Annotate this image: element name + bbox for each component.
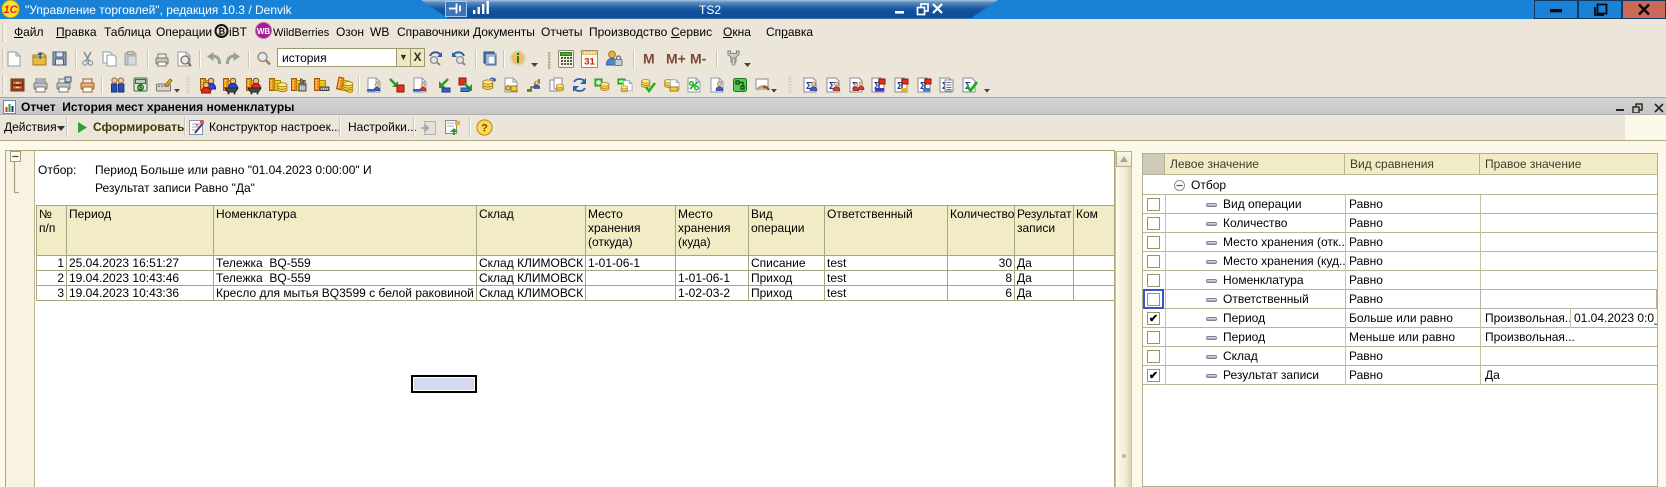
svg-text:М+: М+ bbox=[666, 51, 686, 67]
svg-text:WB: WB bbox=[257, 27, 271, 36]
svg-text:₿: ₿ bbox=[218, 27, 225, 37]
svg-text:?: ? bbox=[481, 123, 488, 135]
svg-text:$: $ bbox=[139, 85, 143, 92]
svg-text:31: 31 bbox=[584, 57, 595, 68]
svg-text:М: М bbox=[643, 51, 655, 67]
svg-text:1C: 1C bbox=[3, 4, 18, 16]
svg-text:М-: М- bbox=[690, 51, 707, 67]
